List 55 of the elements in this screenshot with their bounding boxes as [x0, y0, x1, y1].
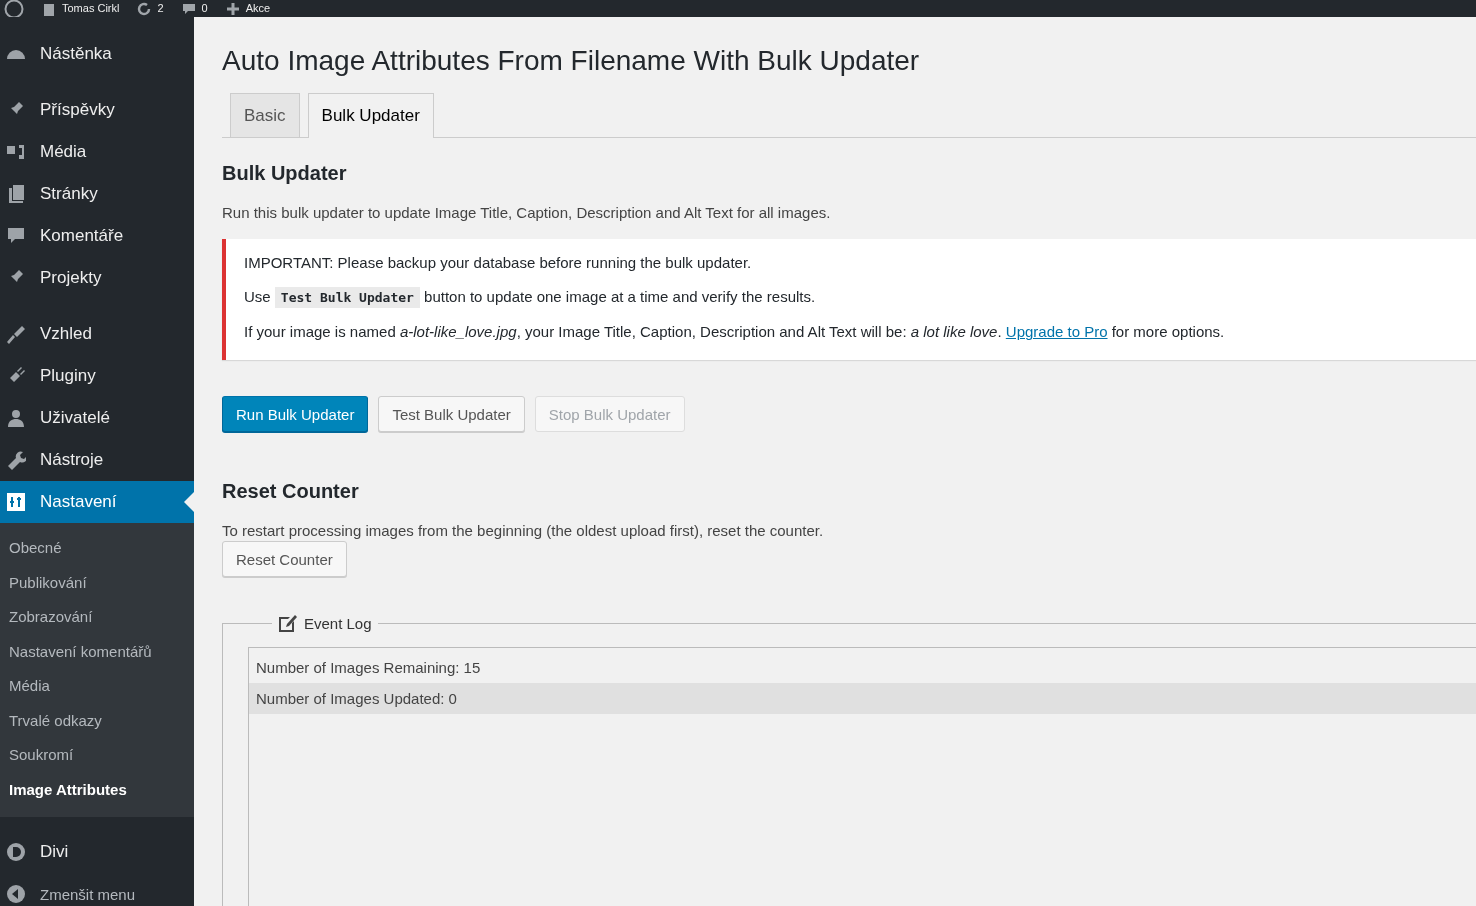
- notice-text: If your image is named a-lot-like_love.jpg, your Image Title, Caption, Description and Alt Text will be: a lot like love. Upgrade to Pro for more options.: [244, 322, 1226, 342]
- menu-item[interactable]: Pluginy: [0, 355, 194, 397]
- notice-text: IMPORTANT: Please backup your database before running the bulk updater.: [244, 253, 753, 273]
- admin-bar-link[interactable]: 0: [201, 2, 208, 15]
- menu-item[interactable]: Stránky: [0, 173, 194, 215]
- menu-item[interactable]: Příspěvky: [0, 89, 194, 131]
- submenu-item[interactable]: Zobrazování: [0, 600, 194, 635]
- submenu-item[interactable]: Média: [0, 669, 194, 704]
- notice-text: Use Test Bulk Updater button to update one image at a time and verify the results.: [244, 287, 1458, 308]
- menu-item[interactable]: Nástěnka: [0, 33, 194, 75]
- user-icon: [6, 408, 26, 428]
- admin-bar-link[interactable]: 2: [157, 2, 164, 15]
- divi-icon: [6, 842, 26, 862]
- legend-text: Event Log: [304, 614, 372, 632]
- page-title: Auto Image Attributes From Filename With Bulk Updater: [222, 44, 921, 78]
- menu-item[interactable]: Vzhled: [0, 313, 194, 355]
- refresh-icon: [137, 1, 152, 16]
- action-button[interactable]: Run Bulk Updater: [222, 396, 369, 432]
- edit-icon: [278, 613, 298, 633]
- admin-bar-link[interactable]: Tomas Cirkl: [62, 2, 120, 15]
- submenu-item[interactable]: Publikování: [0, 565, 194, 600]
- menu-item[interactable]: Divi: [0, 831, 194, 873]
- active-pointer-icon: [184, 492, 194, 512]
- comment-icon: [6, 226, 26, 246]
- admin-bar-link[interactable]: Akce: [245, 2, 271, 15]
- menu-item[interactable]: Uživatelé: [0, 397, 194, 439]
- submenu-item[interactable]: Soukromí: [0, 738, 194, 773]
- menu-item[interactable]: Projekty: [0, 257, 194, 299]
- upgrade-link[interactable]: Upgrade to Pro: [1005, 323, 1108, 340]
- menu-item[interactable]: Komentáře: [0, 215, 194, 257]
- section-heading: Reset Counter: [222, 479, 360, 504]
- tab[interactable]: Bulk Updater: [307, 93, 434, 138]
- menu-item[interactable]: Média: [0, 131, 194, 173]
- action-button[interactable]: Test Bulk Updater: [378, 396, 525, 432]
- media-icon: [6, 142, 26, 162]
- settings-icon: [6, 492, 26, 512]
- pages-icon: [6, 184, 26, 204]
- description-text: Run this bulk updater to update Image Title, Caption, Description and Alt Text for all images.: [222, 203, 832, 223]
- submenu-item[interactable]: Image Attributes: [0, 772, 194, 807]
- wrench-icon: [6, 450, 26, 470]
- menu-item[interactable]: Zmenšit menu: [0, 873, 194, 906]
- description-text: To restart processing images from the beginning (the oldest upload first), reset the counter.: [222, 521, 825, 541]
- menu-item[interactable]: Nastavení: [0, 481, 194, 523]
- tab[interactable]: Basic: [230, 93, 300, 137]
- submenu-item[interactable]: Obecné: [0, 531, 194, 566]
- menu-item[interactable]: Nástroje: [0, 439, 194, 481]
- submenu-item[interactable]: Nastavení komentářů: [0, 634, 194, 669]
- section-heading: Bulk Updater: [222, 161, 348, 186]
- comment-icon: [181, 1, 196, 16]
- brush-icon: [6, 324, 26, 344]
- reset-counter-button[interactable]: Reset Counter: [222, 541, 347, 577]
- submenu-item[interactable]: Trvalé odkazy: [0, 703, 194, 738]
- log-entry: Number of Images Remaining: 15: [255, 658, 482, 678]
- plus-icon: [225, 1, 240, 16]
- log-entry: Number of Images Updated: 0: [249, 683, 1476, 714]
